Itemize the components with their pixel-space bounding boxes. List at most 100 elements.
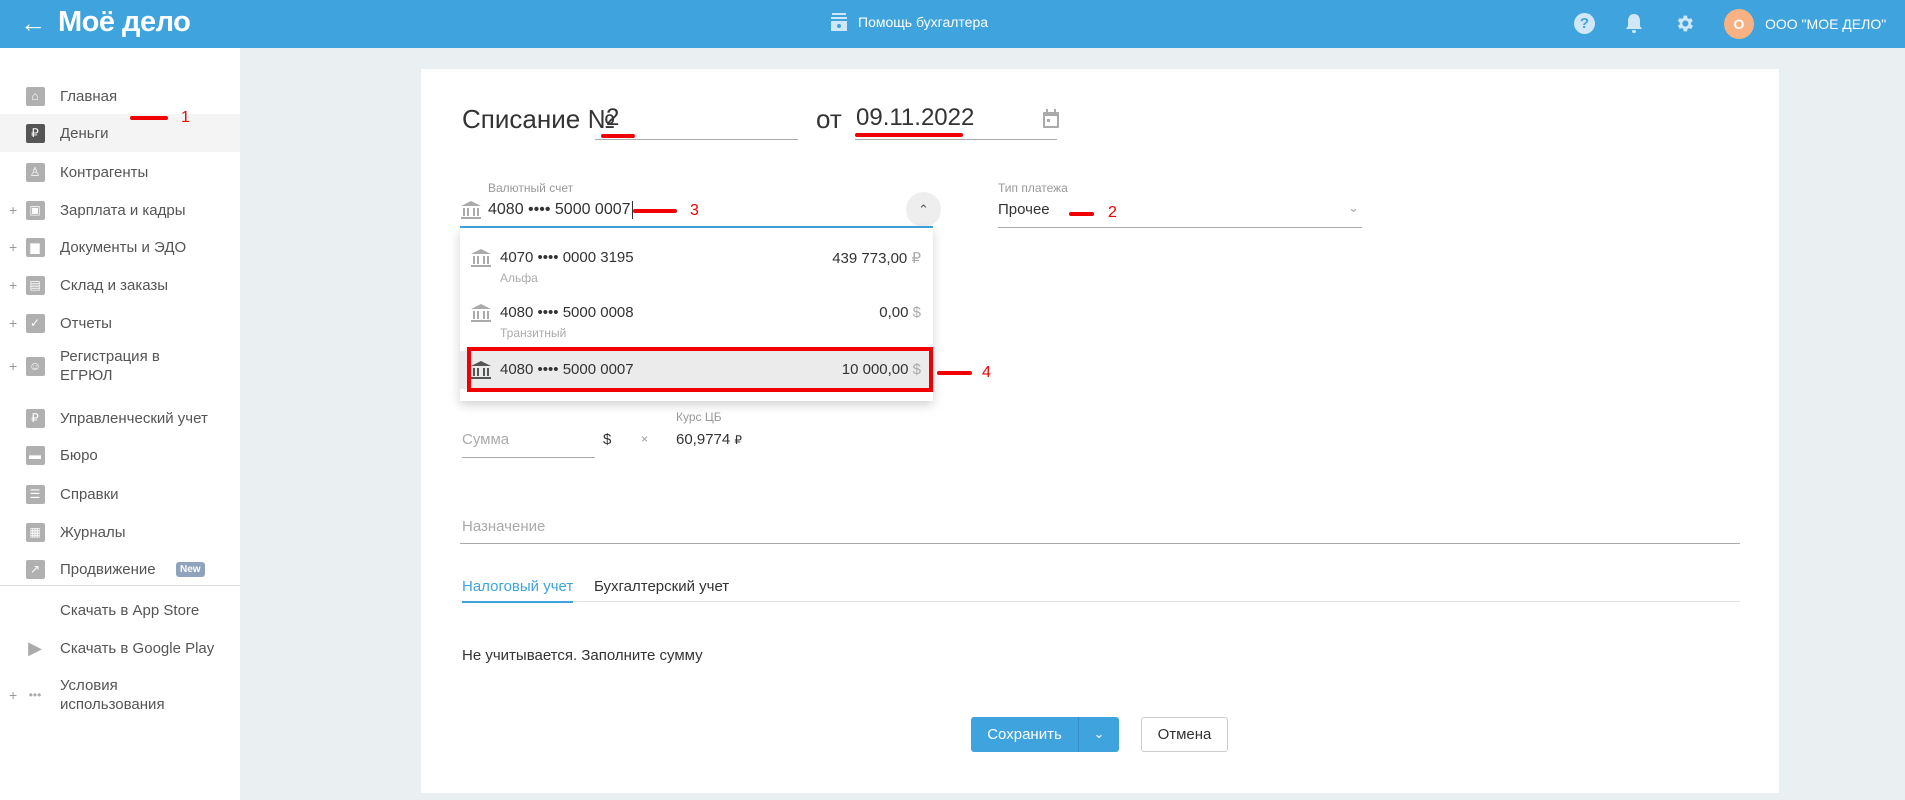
org-name[interactable]: ООО "МОЕ ДЕЛО" [1765, 16, 1886, 32]
sidebar-item[interactable]: + ✓ Отчеты [0, 304, 240, 342]
annotation-label: 2 [1108, 204, 1117, 221]
sidebar-link-label: Скачать в App Store [60, 601, 200, 619]
date-underline [855, 139, 1057, 140]
google-play-icon: ▶ [28, 637, 42, 658]
wallet-icon: ▣ [25, 200, 45, 220]
multiply-sign: × [641, 432, 649, 446]
expand-plus-icon[interactable]: + [9, 687, 17, 703]
bank-icon [470, 303, 492, 328]
rate-currency: ₽ [734, 433, 743, 447]
sidebar-link[interactable]: Скачать в App Store [0, 591, 240, 629]
annotation-underline [601, 134, 635, 138]
sidebar-item[interactable]: + ▤ Склад и заказы [0, 266, 240, 304]
sidebar-item[interactable]: + ☺ Регистрация в ЕГРЮЛ [0, 343, 240, 389]
rate-value: 60,9774 ₽ [676, 431, 742, 448]
org-avatar[interactable]: О [1724, 9, 1754, 39]
option-currency: ₽ [911, 250, 921, 267]
sidebar-item-label: Контрагенты [60, 163, 149, 181]
sum-currency: $ [603, 431, 612, 448]
expand-plus-icon[interactable]: + [9, 239, 17, 255]
accountant-help-link[interactable]: Помощь бухгалтера [858, 14, 988, 30]
sidebar-item[interactable]: ₽ Деньги [0, 114, 240, 152]
top-header: ← Моё дело Помощь бухгалтера ? О ООО "МО… [0, 0, 1905, 48]
folder-icon: ▆ [25, 237, 45, 257]
management-icon: ₽ [25, 408, 45, 428]
sidebar: ⌂ Главная ₽ Деньги ♙ Контрагенты + ▣ Зарплата и … [0, 48, 240, 800]
home-icon: ⌂ [25, 86, 45, 106]
accountant-help-icon[interactable] [830, 12, 848, 32]
payment-type-label: Тип платежа [998, 181, 1068, 195]
annotation-line [1069, 212, 1094, 216]
page-title: Списание № [462, 104, 616, 134]
sidebar-item-label: Деньги [60, 124, 109, 142]
payment-type-underline [998, 227, 1362, 228]
option-amount-value: 439 773,00 [832, 250, 908, 267]
tabs-divider [460, 601, 1740, 602]
cancel-button[interactable]: Отмена [1141, 717, 1228, 752]
sidebar-item[interactable]: + ▆ Документы и ЭДО [0, 228, 240, 266]
account-option[interactable]: 4080 •••• 5000 0008 Транзитный 0,00 $ [460, 303, 933, 349]
help-icon[interactable]: ? [1574, 13, 1595, 34]
account-option[interactable]: 4070 •••• 0000 3195 Альфа 439 773,00 ₽ [460, 248, 933, 294]
sidebar-item-label: Регистрация в ЕГРЮЛ [60, 348, 160, 384]
tab-bookkeeping[interactable]: Бухгалтерский учет [594, 578, 729, 595]
payment-type-select[interactable]: Прочее [998, 201, 1050, 218]
annotation-label: 4 [982, 364, 991, 381]
bell-icon[interactable] [1625, 12, 1643, 39]
gear-icon[interactable] [1674, 13, 1695, 39]
save-button[interactable]: Сохранить [971, 717, 1079, 752]
calendar-icon[interactable] [1042, 109, 1060, 134]
purpose-underline [460, 543, 1740, 544]
sidebar-item-label: Главная [60, 87, 118, 105]
new-badge: New [176, 561, 205, 577]
purpose-input[interactable]: Назначение [462, 518, 545, 535]
number-underline [595, 139, 798, 140]
sidebar-link[interactable]: ▶ Скачать в Google Play [0, 629, 240, 667]
document-number-input[interactable]: 2 [606, 104, 619, 132]
expand-plus-icon[interactable]: + [9, 358, 17, 374]
sum-input[interactable]: Сумма [462, 431, 509, 448]
back-arrow-icon[interactable]: ← [20, 8, 46, 39]
tab-tax-accounting[interactable]: Налоговый учет [462, 578, 574, 603]
date-input[interactable]: 09.11.2022 [856, 104, 974, 132]
option-amount: 0,00 $ [879, 304, 921, 321]
sidebar-item[interactable]: ☰ Справки [0, 475, 240, 513]
sum-underline [462, 457, 595, 458]
annotation-line [633, 209, 677, 213]
expand-plus-icon[interactable]: + [9, 277, 17, 293]
logo[interactable]: Моё дело [58, 6, 191, 39]
sidebar-item[interactable]: ₽ Управленческий учет [0, 399, 240, 437]
sidebar-item[interactable]: ↗ Продвижение New [0, 550, 240, 588]
expand-plus-icon[interactable]: + [9, 315, 17, 331]
option-amount-value: 0,00 [879, 304, 909, 321]
option-currency: $ [912, 304, 921, 321]
option-account: 4070 •••• 0000 3195 [500, 249, 634, 266]
bank-icon [460, 200, 482, 225]
sidebar-link[interactable]: + ••• Условия использования [0, 667, 240, 723]
write-off-form [421, 69, 1779, 793]
sidebar-item[interactable]: + ▣ Зарплата и кадры [0, 191, 240, 229]
expand-plus-icon[interactable]: + [9, 202, 17, 218]
sidebar-item-label: Документы и ЭДО [60, 238, 187, 256]
report-icon: ✓ [25, 313, 45, 333]
sidebar-item[interactable]: ♙ Контрагенты [0, 153, 240, 191]
chevron-down-icon[interactable]: ⌄ [1348, 200, 1359, 216]
briefcase-icon: ▬ [25, 445, 45, 465]
sidebar-link-label: Условия использования [60, 677, 165, 713]
annotation-line [130, 116, 168, 120]
sidebar-item-label: Управленческий учет [60, 409, 208, 427]
collapse-chevron-up-icon[interactable]: ⌃ [906, 192, 941, 227]
sidebar-item[interactable]: ▦ Журналы [0, 513, 240, 551]
sidebar-item-label: Справки [60, 485, 119, 503]
apple-icon [25, 600, 45, 620]
bank-icon [470, 248, 492, 273]
sidebar-item-label: Склад и заказы [60, 276, 169, 294]
account-input[interactable]: 4080 •••• 5000 0007 [488, 201, 633, 219]
annotation-box [467, 347, 933, 392]
money-icon: ₽ [25, 123, 45, 143]
sidebar-item[interactable]: ▬ Бюро [0, 436, 240, 474]
save-options-chevron-icon[interactable]: ⌄ [1079, 717, 1119, 752]
annotation-label: 1 [181, 109, 190, 126]
option-bank: Альфа [500, 271, 538, 285]
sidebar-item[interactable]: ⌂ Главная [0, 77, 240, 115]
